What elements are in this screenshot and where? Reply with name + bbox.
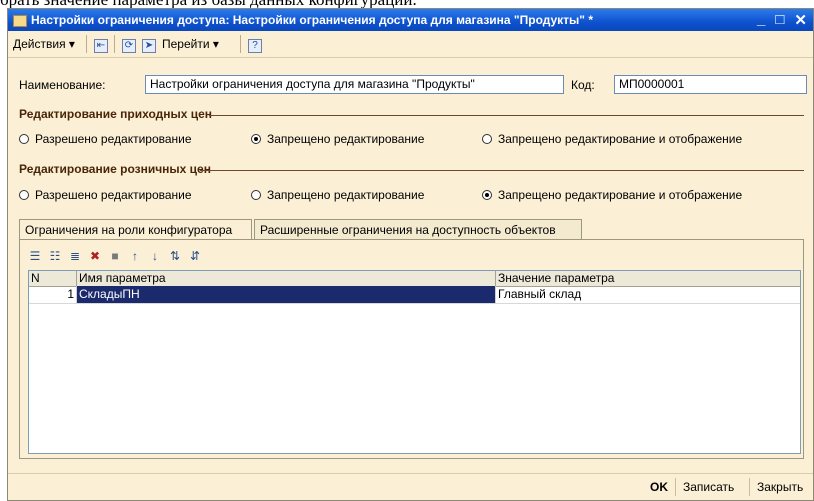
move-up-icon[interactable]: ↑ [128, 249, 142, 263]
divider [200, 170, 804, 171]
radio-button[interactable] [251, 134, 261, 144]
end-edit-icon[interactable]: ■ [108, 249, 122, 263]
refresh-icon[interactable]: ⟳ [122, 36, 136, 53]
sort-ascending-icon[interactable]: ⇅ [168, 249, 182, 263]
ok-button[interactable]: OK [650, 480, 668, 494]
retail-price-option-3[interactable]: Запрещено редактирование и отображение [482, 188, 742, 202]
incoming-price-option-1[interactable]: Разрешено редактирование [19, 132, 192, 146]
code-input[interactable]: МП0000001 [614, 75, 807, 94]
settings-window: Настройки ограничения доступа: Настройки… [7, 8, 814, 501]
column-header-param-value[interactable]: Значение параметра [496, 271, 800, 286]
radio-label: Запрещено редактирование и отображение [498, 188, 743, 202]
title-bar[interactable]: Настройки ограничения доступа: Настройки… [8, 9, 813, 31]
toolbar-divider [240, 35, 241, 53]
close-button[interactable]: Закрыть [757, 480, 803, 494]
toolbar-divider [86, 35, 87, 53]
radio-button[interactable] [482, 190, 492, 200]
goto-menu[interactable]: Перейти ▾ [162, 36, 219, 52]
toolbar-divider [114, 35, 115, 53]
bottom-bar: OK Записать Закрыть [8, 473, 813, 501]
param-value-cell[interactable]: Главный склад [496, 286, 800, 303]
tab-role-restrictions[interactable]: Ограничения на роли конфигуратора [19, 219, 252, 240]
move-down-icon[interactable]: ↓ [148, 249, 162, 263]
row-number: 1 [29, 286, 77, 303]
tab-extended-restrictions[interactable]: Расширенные ограничения на доступность о… [254, 219, 582, 239]
toolbar: Действия ▾ ⇤ ⟳ ➤ Перейти ▾ ? [8, 31, 813, 58]
param-name-cell[interactable]: СкладыПН [77, 286, 496, 303]
actions-label: Действия [13, 37, 66, 51]
column-header-param-name[interactable]: Имя параметра [77, 271, 496, 286]
table-row[interactable]: 1 СкладыПН Главный склад [29, 286, 800, 304]
incoming-price-option-2[interactable]: Запрещено редактирование [251, 132, 424, 146]
radio-label: Запрещено редактирование [267, 188, 425, 202]
radio-button[interactable] [251, 190, 261, 200]
radio-label: Запрещено редактирование [267, 132, 425, 146]
delete-row-icon[interactable]: ✖ [88, 249, 102, 263]
add-child-icon[interactable]: ☷ [48, 249, 62, 263]
retail-price-option-1[interactable]: Разрешено редактирование [19, 188, 192, 202]
code-label: Код: [571, 78, 595, 92]
column-header-n[interactable]: N [29, 271, 77, 286]
help-button[interactable]: ? [248, 36, 262, 53]
actions-menu[interactable]: Действия ▾ [13, 36, 75, 52]
divider [209, 115, 804, 116]
grid-toolbar: ☰ ☷ ≣ ✖ ■ ↑ ↓ ⇅ ⇵ [28, 246, 202, 266]
incoming-price-option-3[interactable]: Запрещено редактирование и отображение [482, 132, 742, 146]
close-window-button[interactable]: ✕ [794, 11, 807, 29]
retail-price-option-2[interactable]: Запрещено редактирование [251, 188, 424, 202]
radio-button[interactable] [19, 190, 29, 200]
retail-prices-title: Редактирование розничных цен [19, 162, 211, 176]
button-divider [749, 478, 750, 496]
chevron-down-icon: ▾ [68, 37, 75, 51]
maximize-button[interactable]: □ [775, 11, 784, 29]
save-button[interactable]: Записать [683, 480, 734, 494]
goto-label: Перейти [162, 37, 210, 51]
sort-descending-icon[interactable]: ⇵ [188, 249, 202, 263]
name-input[interactable]: Настройки ограничения доступа для магази… [145, 75, 564, 94]
structure-icon[interactable]: ⇤ [94, 36, 108, 53]
copy-row-icon[interactable]: ≣ [68, 249, 82, 263]
tab-panel: ☰ ☷ ≣ ✖ ■ ↑ ↓ ⇅ ⇵ N Имя параметра Значен… [19, 239, 804, 459]
window-icon [13, 15, 27, 27]
help-icon: ? [248, 39, 262, 53]
incoming-prices-title: Редактирование приходных цен [19, 107, 213, 121]
radio-label: Разрешено редактирование [35, 132, 192, 146]
radio-button[interactable] [19, 134, 29, 144]
chevron-down-icon: ▾ [212, 37, 219, 51]
minimize-button[interactable]: _ [757, 11, 765, 29]
button-divider [675, 478, 676, 496]
radio-label: Запрещено редактирование и отображение [498, 132, 743, 146]
radio-label: Разрешено редактирование [35, 188, 192, 202]
add-row-icon[interactable]: ☰ [28, 249, 42, 263]
go-to-object-icon[interactable]: ➤ [142, 36, 156, 53]
window-title: Настройки ограничения доступа: Настройки… [31, 13, 594, 27]
name-label: Наименование: [19, 78, 106, 92]
parameters-table[interactable]: N Имя параметра Значение параметра 1 Скл… [28, 270, 801, 454]
radio-button[interactable] [482, 134, 492, 144]
table-header: N Имя параметра Значение параметра [29, 271, 800, 287]
